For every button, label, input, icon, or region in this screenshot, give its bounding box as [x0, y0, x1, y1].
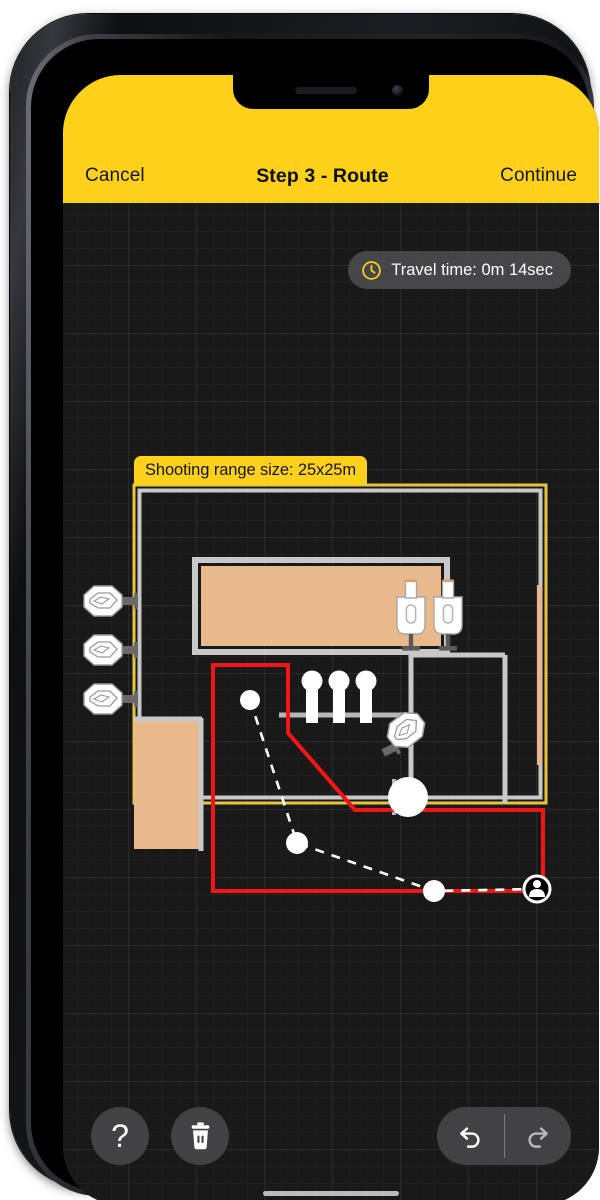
- popper-target: [83, 585, 138, 617]
- route-waypoint: [286, 832, 308, 854]
- question-mark-icon: ?: [111, 1118, 129, 1154]
- route-waypoint: [240, 690, 260, 710]
- page-title: Step 3 - Route: [256, 164, 389, 187]
- popper-target: [83, 683, 138, 715]
- help-button[interactable]: ?: [91, 1107, 149, 1165]
- trash-icon: [191, 1122, 209, 1150]
- bottom-toolbar: ?: [63, 1087, 599, 1200]
- range-size-tab: Shooting range size: 25x25m: [134, 456, 368, 485]
- phone-screen: Cancel Step 3 - Route Continue Travel ti…: [63, 75, 599, 1200]
- undo-arrow-icon: [460, 1127, 480, 1148]
- device-notch: [233, 75, 429, 109]
- shooting-area-polygon: [211, 663, 545, 893]
- front-camera: [392, 85, 403, 96]
- floor-plan-drawing: [83, 483, 552, 904]
- undo-redo-group: [437, 1107, 571, 1165]
- redo-arrow-icon: [528, 1127, 548, 1148]
- phone-bezel: Cancel Step 3 - Route Continue Travel ti…: [31, 39, 599, 1200]
- no-shoot-disc: [388, 777, 428, 817]
- undo-button[interactable]: [437, 1107, 504, 1165]
- start-position-marker: [522, 874, 552, 904]
- delete-button[interactable]: [171, 1107, 229, 1165]
- route-waypoint: [423, 880, 445, 902]
- room-fill-left-block: [134, 721, 200, 849]
- redo-button[interactable]: [505, 1107, 572, 1165]
- speaker-grille: [295, 87, 358, 94]
- continue-button[interactable]: Continue: [500, 165, 577, 187]
- travel-time-badge: Travel time: 0m 14sec: [348, 251, 571, 289]
- navigation-row: Cancel Step 3 - Route Continue: [63, 149, 599, 203]
- phone-frame: Cancel Step 3 - Route Continue Travel ti…: [10, 14, 599, 1200]
- floor-plan-canvas[interactable]: Travel time: 0m 14sec Shooting range siz…: [63, 203, 599, 1200]
- home-indicator[interactable]: [263, 1191, 399, 1196]
- clock-icon: [362, 260, 382, 280]
- screenshot-root: Cancel Step 3 - Route Continue Travel ti…: [0, 0, 600, 1200]
- cancel-button[interactable]: Cancel: [85, 165, 145, 187]
- travel-time-label: Travel time: 0m 14sec: [391, 260, 553, 279]
- range-size-label: Shooting range size: 25x25m: [145, 461, 357, 479]
- popper-target: [83, 634, 138, 666]
- wall-strip-right: [537, 585, 542, 765]
